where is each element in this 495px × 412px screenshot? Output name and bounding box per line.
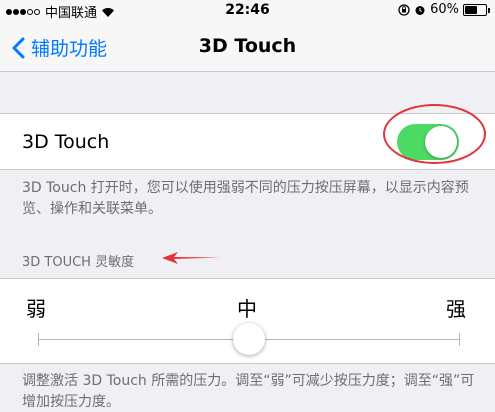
top-bar: 中国联通 22:46 60% 辅助功能 3D Touch — [0, 0, 495, 72]
sensitivity-strong-label: 强 — [446, 297, 466, 321]
alarm-icon — [415, 5, 425, 15]
sensitivity-header: 3D TOUCH 灵敏度 — [22, 255, 135, 270]
sensitivity-medium-label: 中 — [237, 297, 257, 321]
status-bar: 中国联通 22:46 60% — [0, 0, 495, 22]
sensitivity-description: 调整激活 3D Touch 所需的压力。调至“弱”可减少按压力度；调至“强”可增… — [22, 373, 475, 410]
battery-fill — [465, 5, 477, 14]
battery-icon — [463, 3, 490, 16]
page-title: 3D Touch — [198, 35, 297, 57]
slider-tick-right — [459, 333, 460, 346]
sensitivity-slider-block: 弱 中 强 — [0, 278, 495, 364]
orientation-lock-icon — [398, 3, 410, 16]
3d-touch-row: 3D Touch — [0, 113, 495, 170]
status-right: 60% — [398, 2, 490, 17]
3d-touch-description: 3D Touch 打开时，您可以使用强弱不同的压力按压屏幕，以显示内容预览、操作… — [22, 180, 469, 217]
3d-touch-toggle[interactable] — [397, 124, 459, 160]
battery-percentage: 60% — [430, 2, 459, 17]
3d-touch-label: 3D Touch — [22, 131, 110, 153]
annotation-arrow-icon — [162, 252, 220, 264]
toggle-knob — [425, 126, 457, 158]
sensitivity-weak-label: 弱 — [26, 297, 46, 321]
slider-tick-left — [38, 333, 39, 346]
sensitivity-slider-thumb[interactable] — [233, 323, 265, 355]
screen: 中国联通 22:46 60% 辅助功能 3D Touch 3D Touch 3D… — [0, 0, 495, 412]
navigation-bar: 辅助功能 3D Touch — [0, 22, 495, 72]
